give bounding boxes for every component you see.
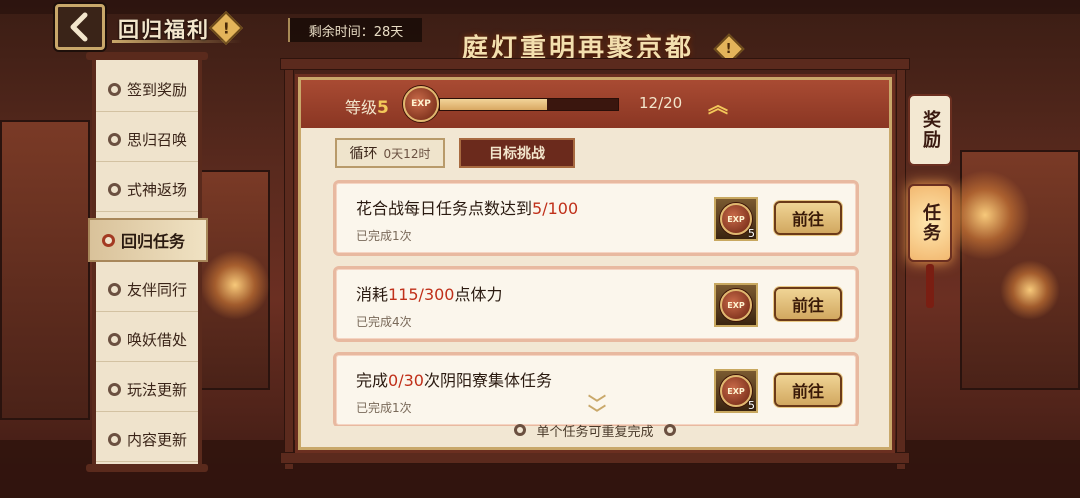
level-bar: 等级5 EXP 12/20 ︽ [301,80,889,128]
tomoe-icon [108,383,121,396]
exp-progress-bar [439,98,619,111]
sidebar: 签到奖励 思归召唤 式神返场 回归任务 友伴同行 唤妖借处 玩法更新 内容更新 [86,52,208,472]
tomoe-icon [108,433,121,446]
task-card: 花合战每日任务点数达到5/100 已完成1次 EXP 5 前往 [333,180,859,256]
reward-count: 5 [748,399,755,412]
sidebar-item-shikigami[interactable]: 式神返场 [96,168,198,212]
tomoe-icon [102,233,115,247]
tomoe-icon [108,333,121,346]
tab-cycle[interactable]: 循环 0天12时 [335,138,445,168]
frame-pole-right [896,58,906,470]
exp-icon: EXP [720,289,752,321]
sidebar-item-companion[interactable]: 友伴同行 [96,268,198,312]
remaining-time: 剩余时间：28天 [288,18,422,42]
exp-progress-text: 12/20 [639,94,683,112]
sidebar-item-return-tasks[interactable]: 回归任务 [88,218,208,262]
frame-beam-bottom [280,452,910,464]
tomoe-icon [663,424,676,436]
frame-pole-left [284,58,294,470]
go-button[interactable]: 前往 [774,373,842,407]
exp-progress-fill [440,99,547,110]
tomoe-icon [108,183,121,196]
back-arrow-icon [70,12,88,42]
task-completed-count: 已完成4次 [356,315,412,329]
sidebar-item-gameplay-update[interactable]: 玩法更新 [96,368,198,412]
side-tab-tasks[interactable]: 任务 [908,184,952,262]
tomoe-icon [108,283,121,296]
task-title: 消耗115/300点体力 [356,285,503,304]
task-panel: 等级5 EXP 12/20 ︽ 循环 0天12时 目标挑战 花合战每日任务点数达到… [298,77,892,450]
level-label: 等级5 [345,98,389,118]
reward-item[interactable]: EXP [714,283,758,327]
tomoe-icon [514,424,527,436]
frame-beam-top [280,58,910,70]
side-tab-rewards[interactable]: 奖励 [908,94,952,166]
footer-note: 单个任务可重复完成 [301,417,889,443]
task-completed-count: 已完成1次 [356,229,412,243]
task-completed-count: 已完成1次 [356,401,412,415]
reward-item[interactable]: EXP 5 [714,197,758,241]
back-button[interactable] [55,4,105,50]
task-title: 完成0/30次阴阳寮集体任务 [356,371,552,390]
double-chevron-up-icon[interactable]: ︽ [705,92,731,118]
task-list[interactable]: 花合战每日任务点数达到5/100 已完成1次 EXP 5 前往 消耗115/300… [333,180,859,426]
task-title: 花合战每日任务点数达到5/100 [356,199,579,218]
task-card: 消耗115/300点体力 已完成4次 EXP 前往 [333,266,859,342]
tomoe-icon [108,133,121,146]
sidebar-item-summon[interactable]: 思归召唤 [96,118,198,162]
go-button[interactable]: 前往 [774,201,842,235]
level-value: 5 [377,98,389,118]
go-button[interactable]: 前往 [774,287,842,321]
cycle-time: 0天12时 [383,146,431,161]
sidebar-item-borrow[interactable]: 唤妖借处 [96,318,198,362]
exp-icon: EXP [403,86,439,122]
title-underline [112,40,242,43]
sidebar-item-signin[interactable]: 签到奖励 [96,68,198,112]
reward-count: 5 [748,227,755,240]
lantern-tassel [926,264,934,308]
tab-goal-challenge[interactable]: 目标挑战 [459,138,575,168]
tomoe-icon [108,83,121,96]
reward-item[interactable]: EXP 5 [714,369,758,413]
sidebar-item-content-update[interactable]: 内容更新 [96,418,198,462]
